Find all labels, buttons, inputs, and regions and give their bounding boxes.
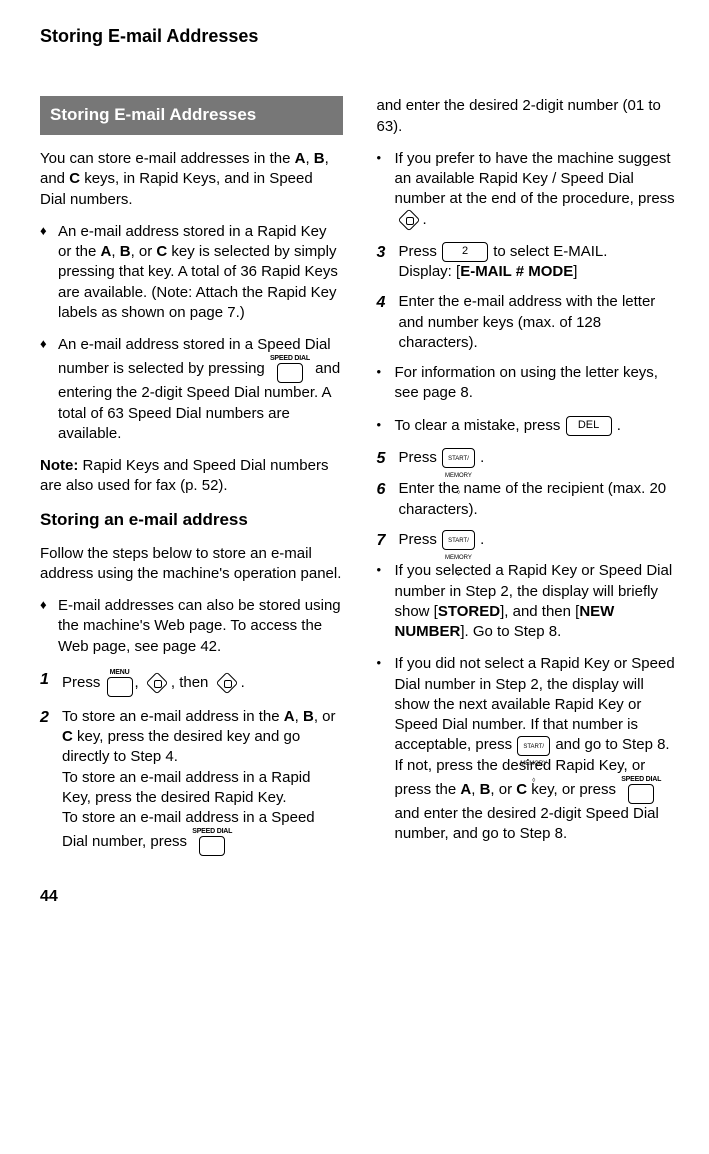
text-fragment: ,: [135, 674, 143, 691]
subheading-storing: Storing an e-mail address: [40, 509, 343, 532]
diamond-bullet-icon: ♦: [40, 222, 58, 323]
key-button-icon: [199, 836, 225, 856]
sub-bullet-stored: • If you selected a Rapid Key or Speed D…: [377, 561, 680, 642]
sub-bullet-letter-keys: • For information on using the letter ke…: [377, 363, 680, 404]
key-button-icon: [628, 784, 654, 804]
text-fragment: , then: [171, 674, 213, 691]
step-number: 4: [377, 292, 399, 353]
key-label: SPEED DIAL: [621, 776, 661, 783]
text-fragment: To store an e-mail address in the A, B, …: [62, 708, 336, 766]
note-paragraph: Note: Rapid Keys and Speed Dial numbers …: [40, 456, 343, 497]
step-text: Press MENU , , then .: [62, 669, 343, 697]
step-number: 1: [40, 669, 62, 697]
text-fragment: and enter the desired 2-digit Speed Dial…: [395, 805, 659, 842]
step-number: 6: [377, 479, 399, 520]
menu-key-icon: MENU: [106, 669, 134, 697]
step-text: Enter the e-mail address with the letter…: [399, 292, 680, 353]
bullet-webpage: ♦ E-mail addresses can also be stored us…: [40, 596, 343, 657]
bullet-text: To clear a mistake, press DEL .: [395, 416, 680, 436]
bullet-speed-dial: ♦ An e-mail address stored in a Speed Di…: [40, 335, 343, 444]
nav-ring-icon: [396, 211, 422, 229]
sub-bullet-suggest: • If you prefer to have the machine sugg…: [377, 149, 680, 230]
text-fragment: to select E-MAIL.: [493, 243, 607, 260]
text-fragment: To clear a mistake, press: [395, 417, 565, 434]
step-7: 7 Press START/MEMORY◊ .: [377, 530, 680, 552]
text-fragment: Display: [E-MAIL # MODE]: [399, 263, 578, 280]
step-text: Press START/MEMORY◊ .: [399, 530, 680, 552]
step-5: 5 Press START/MEMORY◊ .: [377, 448, 680, 470]
key-label: SPEED DIAL: [192, 828, 232, 835]
key-button-icon: [107, 677, 133, 697]
key-label: MENU: [110, 669, 130, 676]
step-text: To store an e-mail address in the A, B, …: [62, 707, 343, 857]
step-text: Press START/MEMORY◊ .: [399, 448, 680, 470]
follow-paragraph: Follow the steps below to store an e-mai…: [40, 544, 343, 585]
bullet-text: If you selected a Rapid Key or Speed Dia…: [395, 561, 680, 642]
step-text: Enter the name of the recipient (max. 20…: [399, 479, 680, 520]
text-fragment: .: [241, 674, 245, 691]
bullet-text: If you prefer to have the machine sugges…: [395, 149, 680, 230]
disc-bullet-icon: •: [377, 149, 395, 230]
step-text: Press 2 to select E-MAIL. Display: [E-MA…: [399, 242, 680, 283]
del-key-icon: DEL: [566, 416, 612, 436]
step-1: 1 Press MENU , , then .: [40, 669, 343, 697]
step-number: 3: [377, 242, 399, 283]
bullet-text: An e-mail address stored in a Rapid Key …: [58, 222, 343, 323]
page-number: 44: [40, 886, 679, 908]
sub-bullet-not-selected: • If you did not select a Rapid Key or S…: [377, 654, 680, 844]
step-number: 7: [377, 530, 399, 552]
step-3: 3 Press 2 to select E-MAIL. Display: [E-…: [377, 242, 680, 283]
page-title: Storing E-mail Addresses: [40, 24, 679, 48]
step-number: 5: [377, 448, 399, 470]
text-fragment: Press: [399, 531, 442, 548]
disc-bullet-icon: •: [377, 363, 395, 404]
step-4: 4 Enter the e-mail address with the lett…: [377, 292, 680, 353]
disc-bullet-icon: •: [377, 654, 395, 844]
bullet-text: For information on using the letter keys…: [395, 363, 680, 404]
nav-ring-icon: [144, 674, 170, 692]
diamond-bullet-icon: ♦: [40, 335, 58, 444]
bullet-text: An e-mail address stored in a Speed Dial…: [58, 335, 343, 444]
intro-paragraph: You can store e-mail addresses in the A,…: [40, 149, 343, 210]
text-fragment: To store an e-mail address in a Rapid Ke…: [62, 769, 310, 806]
left-column: Storing E-mail Addresses You can store e…: [40, 96, 343, 866]
right-column: and enter the desired 2-digit number (01…: [377, 96, 680, 866]
two-column-layout: Storing E-mail Addresses You can store e…: [40, 96, 679, 866]
step-6: 6 Enter the name of the recipient (max. …: [377, 479, 680, 520]
speed-dial-key-icon: SPEED DIAL: [192, 828, 232, 856]
start-memory-key-icon: START/MEMORY◊: [442, 448, 475, 468]
speed-dial-key-icon: SPEED DIAL: [270, 355, 310, 383]
step-number: 2: [40, 707, 62, 857]
disc-bullet-icon: •: [377, 416, 395, 436]
start-memory-key-icon: START/MEMORY◊: [517, 736, 550, 756]
speed-dial-key-icon: SPEED DIAL: [621, 776, 661, 804]
sub-bullet-clear-mistake: • To clear a mistake, press DEL .: [377, 416, 680, 436]
section-banner: Storing E-mail Addresses: [40, 96, 343, 135]
bullet-text: E-mail addresses can also be stored usin…: [58, 596, 343, 657]
text-fragment: Press: [399, 243, 442, 260]
start-memory-key-icon: START/MEMORY◊: [442, 530, 475, 550]
text-fragment: Press: [399, 449, 442, 466]
numkey-2-icon: 2: [442, 242, 488, 262]
diamond-bullet-icon: ♦: [40, 596, 58, 657]
key-button-icon: [277, 363, 303, 383]
continuation-text: and enter the desired 2-digit number (01…: [377, 96, 680, 137]
text-fragment: If you prefer to have the machine sugges…: [395, 150, 675, 208]
text-fragment: Press: [62, 674, 105, 691]
bullet-rapid-key: ♦ An e-mail address stored in a Rapid Ke…: [40, 222, 343, 323]
text-fragment: To store an e-mail address in a Speed Di…: [62, 809, 315, 850]
key-label: SPEED DIAL: [270, 355, 310, 362]
bullet-text: If you did not select a Rapid Key or Spe…: [395, 654, 680, 844]
disc-bullet-icon: •: [377, 561, 395, 642]
nav-ring-icon: [214, 674, 240, 692]
step-2: 2 To store an e-mail address in the A, B…: [40, 707, 343, 857]
